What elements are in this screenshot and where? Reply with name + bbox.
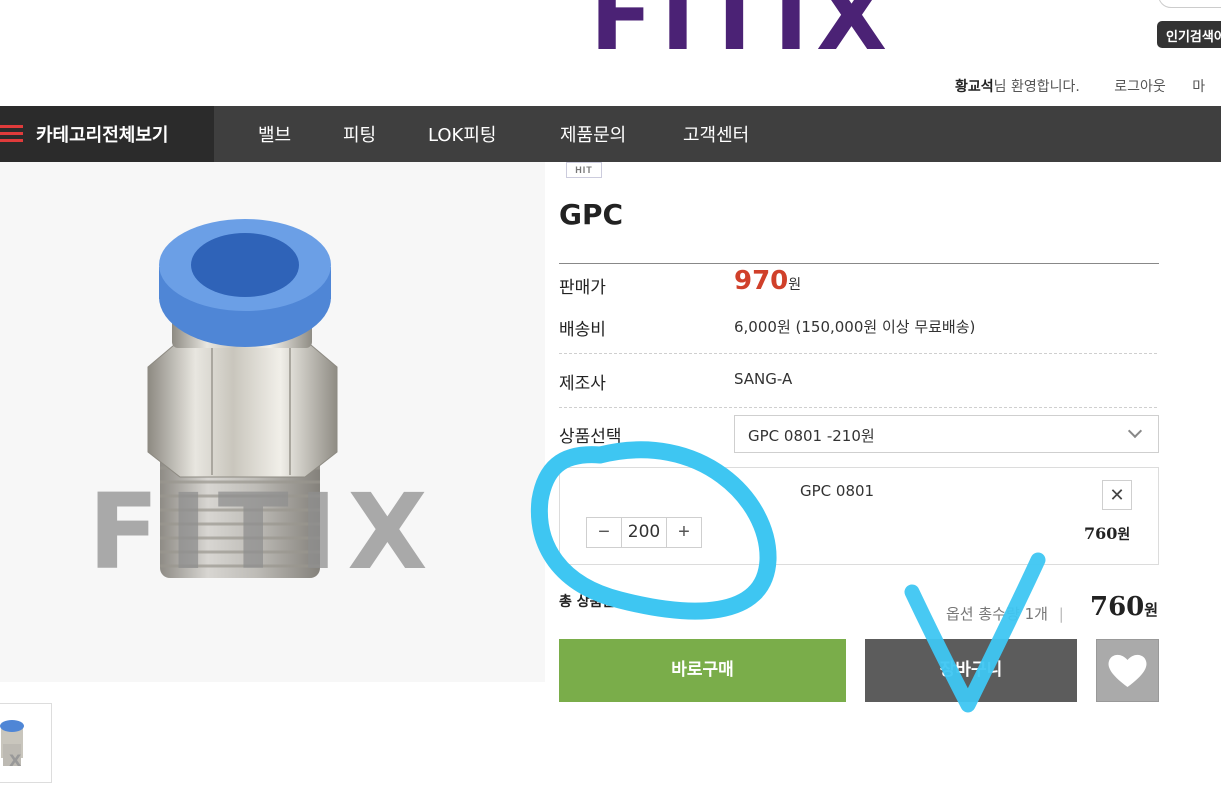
nav-item-inquiry[interactable]: 제품문의	[560, 121, 626, 147]
price-label: 판매가	[559, 278, 606, 298]
maker-label: 제조사	[559, 374, 606, 394]
buy-now-button[interactable]: 바로구매	[559, 639, 846, 702]
quantity-input[interactable]: 200	[621, 518, 667, 547]
total-price: 760원	[1090, 592, 1159, 622]
wishlist-button[interactable]	[1096, 639, 1159, 702]
divider	[559, 353, 1157, 354]
nav-item-fitting[interactable]: 피팅	[343, 121, 376, 147]
maker-value: SANG-A	[734, 370, 793, 388]
nav-item-valve[interactable]: 밸브	[258, 121, 291, 147]
quantity-stepper: − 200 +	[586, 517, 702, 548]
sale-price: 970원	[734, 266, 802, 296]
user-nav: 황교석님 환영합니다. 로그아웃 마	[955, 76, 1205, 96]
option-label: 상품선택	[559, 427, 622, 447]
logout-link[interactable]: 로그아웃	[1114, 76, 1166, 96]
mypage-link[interactable]: 마	[1192, 76, 1205, 96]
total-quantity: 옵션 총수량 1개 |	[946, 605, 1064, 623]
welcome-text: 황교석님 환영합니다.	[955, 79, 1080, 95]
main-navbar: 카테고리전체보기 밸브 피팅 LOK피팅 제품문의 고객센터	[0, 106, 1221, 162]
image-watermark: FITIX	[88, 471, 438, 593]
quantity-minus-button[interactable]: −	[587, 518, 621, 547]
quantity-plus-button[interactable]: +	[667, 518, 701, 547]
add-to-cart-button[interactable]: 장바구니	[865, 639, 1077, 702]
shipping-label: 배송비	[559, 320, 606, 340]
product-title: GPC	[559, 198, 624, 231]
divider	[559, 263, 1159, 264]
user-name: 황교석	[955, 79, 994, 95]
hit-badge: HIT	[566, 162, 602, 178]
chevron-down-icon	[1127, 423, 1143, 439]
product-thumbnail[interactable]: X	[0, 703, 52, 783]
option-select[interactable]: GPC 0801 -210원	[734, 415, 1159, 453]
total-label: 총 상품금액 :	[559, 594, 639, 610]
remove-option-button[interactable]: ✕	[1102, 480, 1132, 510]
option-selected-value: GPC 0801 -210원	[748, 427, 875, 445]
selected-option-box: GPC 0801 ✕ − 200 + 760원	[559, 467, 1159, 565]
option-price: 760원	[1084, 524, 1131, 543]
product-image[interactable]: FITIX	[0, 162, 545, 682]
search-box[interactable]	[1158, 0, 1221, 8]
divider	[559, 407, 1157, 408]
hamburger-icon	[0, 125, 23, 143]
thumbnail-watermark: X	[9, 751, 22, 770]
nav-item-customer-center[interactable]: 고객센터	[683, 121, 749, 147]
nav-item-lok-fitting[interactable]: LOK피팅	[428, 121, 496, 147]
category-all-button[interactable]: 카테고리전체보기	[0, 106, 214, 162]
site-logo[interactable]: FITIX	[590, 0, 895, 64]
heart-icon	[1108, 654, 1147, 687]
selected-option-name: GPC 0801	[800, 482, 875, 500]
category-all-label: 카테고리전체보기	[36, 125, 169, 146]
shipping-value: 6,000원 (150,000원 이상 무료배송)	[734, 318, 976, 336]
popular-search-button[interactable]: 인기검색어	[1157, 21, 1221, 48]
